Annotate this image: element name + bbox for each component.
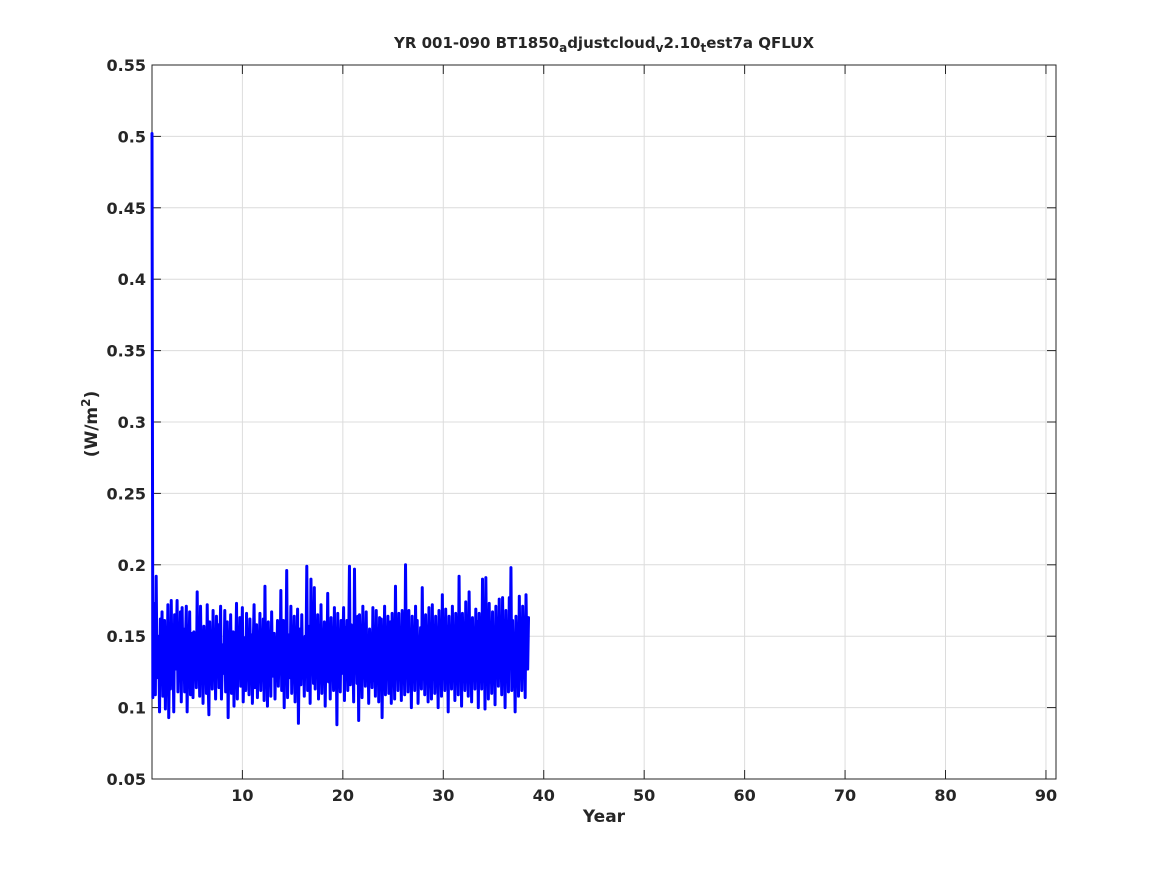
line-chart: 0.05 0.1 0.15 0.2 0.25 0.3 0.35 0.4 0.45 0.5 0.55 1… xyxy=(79,34,1057,827)
x-tick-label: 90 xyxy=(1035,786,1057,805)
x-axis-label: Year xyxy=(582,807,626,827)
chart-figure: 0.05 0.1 0.15 0.2 0.25 0.3 0.35 0.4 0.45 0.5 0.55 1… xyxy=(0,0,1167,875)
y-label-close: ) xyxy=(82,391,102,399)
title-subscript: v xyxy=(656,41,664,55)
x-tick-label: 10 xyxy=(231,786,253,805)
title-subscript: a xyxy=(559,41,567,55)
y-tick-label: 0.15 xyxy=(107,627,146,646)
y-label-main: (W/m xyxy=(82,407,102,457)
y-tick-label: 0.35 xyxy=(107,342,146,361)
y-tick-label: 0.4 xyxy=(118,270,146,289)
title-segment: YR 001-090 BT1850 xyxy=(393,34,559,52)
y-tick-label: 0.55 xyxy=(107,56,146,75)
y-tick-label: 0.5 xyxy=(118,127,146,146)
y-tick-label: 0.25 xyxy=(107,484,146,503)
chart-title: YR 001-090 BT1850adjustcloudv2.10test7a … xyxy=(393,34,815,55)
series-layer xyxy=(150,132,531,727)
x-tick-label: 20 xyxy=(332,786,354,805)
y-label-superscript: 2 xyxy=(79,398,93,406)
y-tick-label: 0.2 xyxy=(118,556,146,575)
title-segment: est7a QFLUX xyxy=(706,34,814,52)
x-tick-label: 70 xyxy=(834,786,856,805)
y-tick-label: 0.1 xyxy=(118,699,146,718)
title-segment: 2.10 xyxy=(663,34,700,52)
x-tick-label: 40 xyxy=(533,786,555,805)
y-tick-label: 0.45 xyxy=(107,199,146,218)
x-tick-label: 80 xyxy=(934,786,956,805)
y-axis-label: (W/m2) xyxy=(79,391,102,458)
x-tick-label: 50 xyxy=(633,786,655,805)
series-line-0 xyxy=(150,132,531,727)
y-tick-label: 0.05 xyxy=(107,770,146,789)
y-tick-label: 0.3 xyxy=(118,413,146,432)
x-tick-label: 60 xyxy=(733,786,755,805)
x-tick-label: 30 xyxy=(432,786,454,805)
title-segment: djustcloud xyxy=(567,34,655,52)
